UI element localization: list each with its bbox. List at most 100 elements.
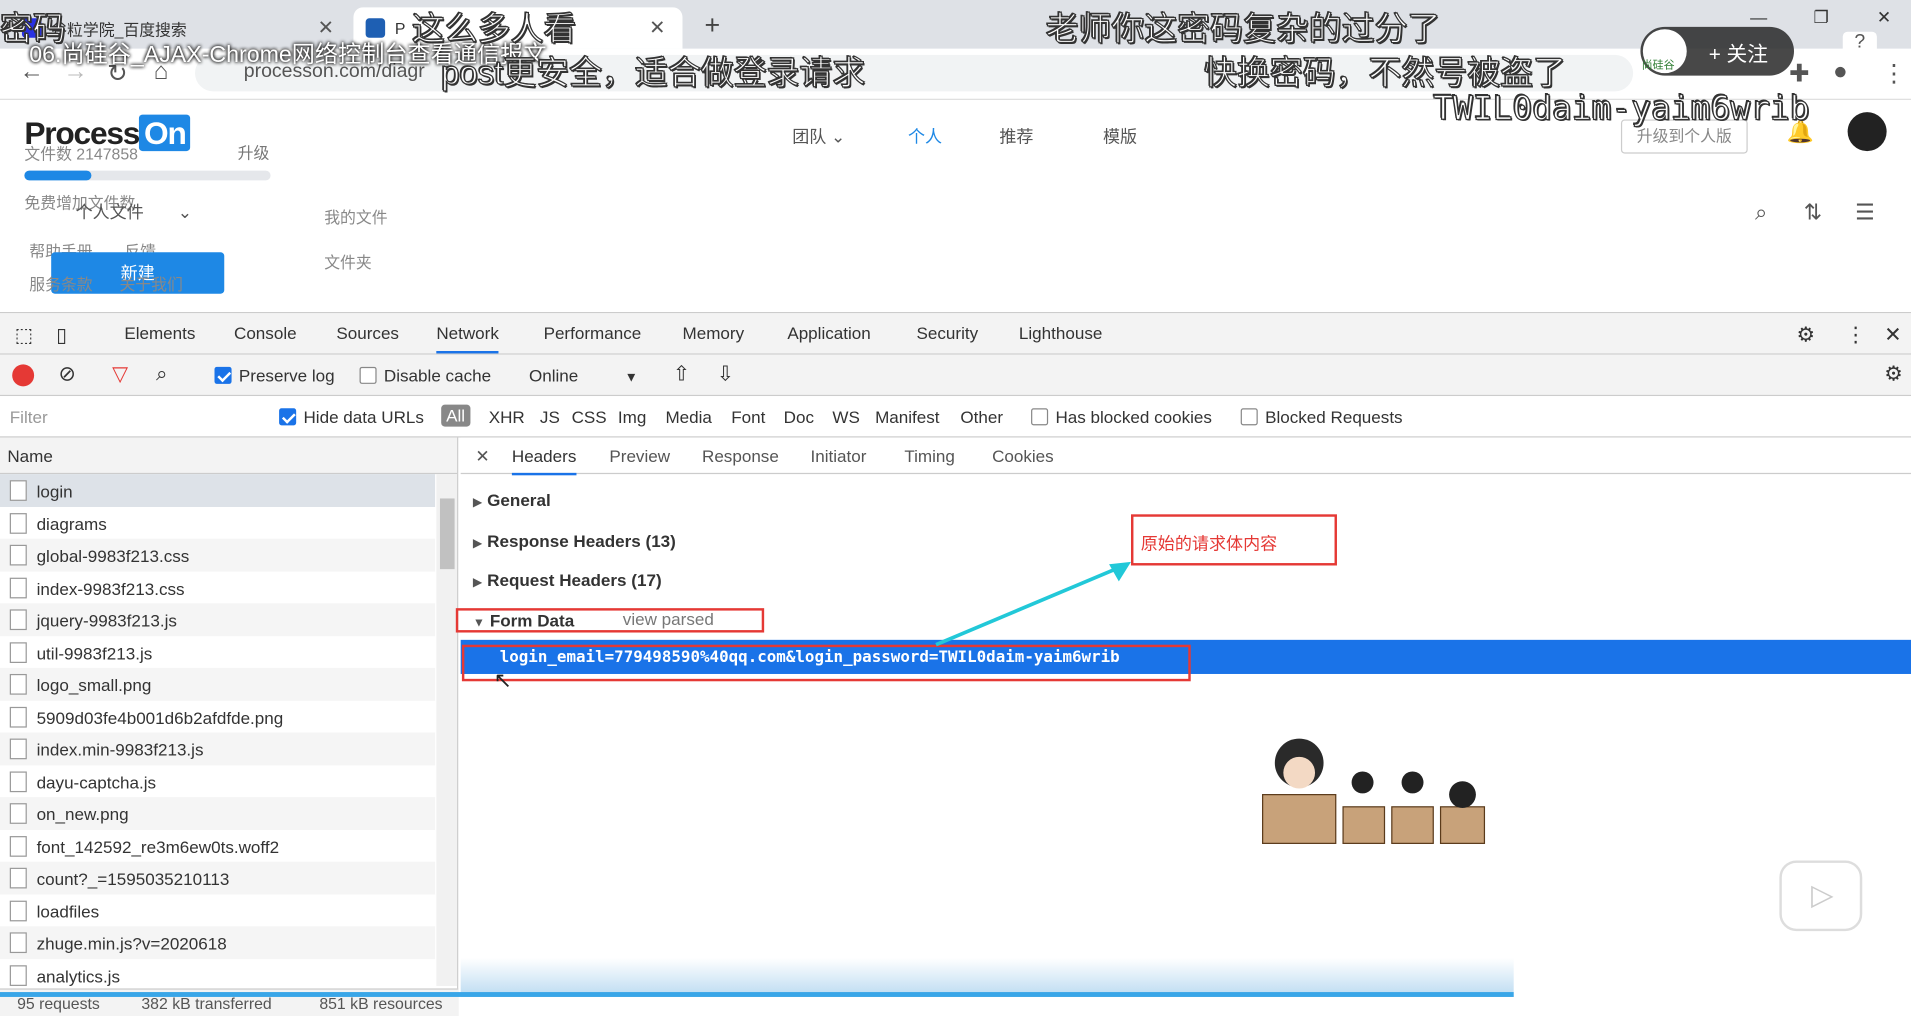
network-toolbar: ⊘ ▽ ⌕ Preserve log Disable cache Online ▼… [0,354,1911,397]
close-detail-icon[interactable]: ✕ [475,446,489,467]
tab-headers[interactable]: Headers [511,446,577,476]
danmaku: 老师你这密码复杂的过分了 [1045,10,1441,48]
has-blocked-cookies-checkbox[interactable]: Has blocked cookies [1031,407,1212,427]
minimize-icon[interactable]: — [1750,7,1767,27]
filter-doc[interactable]: Doc [784,407,814,427]
sort-icon[interactable]: ⇅ [1804,200,1822,226]
filter-all[interactable]: All [441,404,470,427]
import-har-icon[interactable]: ⇧ [673,362,690,386]
tab-network[interactable]: Network [436,323,499,354]
form-data-highlight [455,608,765,633]
search-icon[interactable]: ⌕ [156,362,168,386]
request-row[interactable]: font_142592_re3m6ew0ts.woff2 [0,829,435,861]
close-window-icon[interactable]: ✕ [1877,7,1891,28]
video-progress-bar[interactable] [0,992,1514,997]
request-row[interactable]: index.min-9983f213.js [0,732,436,765]
filter-icon[interactable]: ▽ [112,362,128,386]
inspect-icon[interactable]: ⬚ [15,323,33,347]
about-link[interactable]: 关于我们 [119,272,182,295]
blocked-requests-checkbox[interactable]: Blocked Requests [1240,407,1403,427]
filter-css[interactable]: CSS [572,407,607,427]
request-row[interactable]: dayu-captcha.js [0,765,435,797]
disable-cache-checkbox[interactable]: Disable cache [359,366,491,385]
extensions-icon[interactable]: ✚ [1789,59,1809,89]
filter-font[interactable]: Font [731,407,765,427]
nav-team[interactable]: 团队 ⌄ [792,124,845,148]
preserve-log-checkbox[interactable]: Preserve log [214,366,335,385]
export-har-icon[interactable]: ⇩ [717,362,734,386]
file-count: 文件数 2147858 [24,145,139,164]
request-row[interactable]: loadfiles [0,894,435,926]
tab-timing[interactable]: Timing [904,446,955,466]
search-icon[interactable]: ⌕ [1755,200,1767,226]
close-devtools-icon[interactable]: ✕ [1884,323,1901,347]
scrollbar-thumb[interactable] [439,498,455,570]
tab-lighthouse[interactable]: Lighthouse [1019,323,1103,343]
request-name: util-9983f213.js [36,642,153,663]
nav-recommend[interactable]: 推荐 [999,124,1033,148]
name-column-header[interactable]: Name [0,437,458,475]
new-tab-icon[interactable]: + [704,10,720,42]
request-row[interactable]: logo_small.png [0,667,436,701]
tab-sources[interactable]: Sources [336,323,399,343]
filter-img[interactable]: Img [618,407,646,427]
tab-response[interactable]: Response [702,446,779,466]
request-row[interactable]: zhuge.min.js?v=2020618 [0,926,436,959]
request-row[interactable]: analytics.js [0,959,435,991]
request-row[interactable]: count?_=1595035210113 [0,861,436,894]
request-row[interactable]: jquery-9983f213.js [0,603,436,636]
section-response-headers[interactable]: ▶ Response Headers (13) [473,531,676,551]
device-toggle-icon[interactable]: ▯ [56,323,67,347]
filter-input[interactable]: Filter [4,403,261,431]
section-general[interactable]: ▶ General [473,490,551,510]
tab-memory[interactable]: Memory [683,323,745,343]
filter-ws[interactable]: WS [832,407,859,427]
request-row[interactable]: 5909d03fe4b001d6b2afdfde.png [0,700,435,732]
nav-personal[interactable]: 个人 [908,124,942,148]
menu-icon[interactable]: ⋮ [1882,59,1906,89]
filter-js[interactable]: JS [540,407,560,427]
request-row[interactable]: diagrams [0,506,435,538]
terms-link[interactable]: 服务条款 [29,272,92,295]
help-icon[interactable]: ? [1842,31,1877,61]
request-row[interactable]: global-9983f213.css [0,538,436,571]
network-settings-icon[interactable]: ⚙ [1884,362,1903,386]
tab-preview[interactable]: Preview [609,446,670,466]
request-list-scrollbar[interactable] [436,474,458,986]
follow-button[interactable]: 尚硅谷 + 关注 [1640,26,1794,76]
tab-performance[interactable]: Performance [544,323,642,343]
filter-manifest[interactable]: Manifest [875,407,939,427]
tab-initiator[interactable]: Initiator [810,446,866,466]
document-icon [9,867,27,889]
upgrade-link[interactable]: 升级 [238,140,270,163]
settings-icon[interactable]: ⚙ [1796,323,1815,347]
request-row-login[interactable]: login [0,474,436,507]
script-file-icon [9,932,27,954]
restore-icon[interactable]: ❐ [1814,7,1829,28]
tab-cookies[interactable]: Cookies [992,446,1054,466]
profile-icon[interactable]: ● [1833,59,1848,87]
record-icon[interactable] [12,364,35,387]
clear-icon[interactable]: ⊘ [59,362,76,386]
hide-data-urls-checkbox[interactable]: Hide data URLs [279,407,424,427]
request-row[interactable]: util-9983f213.js [0,636,435,668]
play-button[interactable]: ▷ [1779,860,1863,932]
section-request-headers[interactable]: ▶ Request Headers (17) [473,570,662,590]
throttle-select[interactable]: Online ▼ [529,366,638,386]
filter-media[interactable]: Media [665,407,711,427]
tab-elements[interactable]: Elements [124,323,195,343]
more-icon[interactable]: ⋮ [1845,323,1866,347]
close-icon[interactable]: ✕ [649,16,665,40]
tab-security[interactable]: Security [917,323,979,343]
filter-xhr[interactable]: XHR [489,407,525,427]
list-view-icon[interactable]: ☰ [1855,200,1875,226]
danmaku: TWIL0daim-yaim6wrib [1433,90,1811,129]
tab-application[interactable]: Application [787,323,870,343]
filter-other[interactable]: Other [960,407,1003,427]
personal-files[interactable]: 个人文件 ⌄ [76,200,193,224]
avatar[interactable] [1847,112,1887,152]
request-row[interactable]: on_new.png [0,797,436,830]
nav-templates[interactable]: 模版 [1103,124,1137,148]
tab-console[interactable]: Console [234,323,297,343]
request-row[interactable]: index-9983f213.css [0,571,435,603]
